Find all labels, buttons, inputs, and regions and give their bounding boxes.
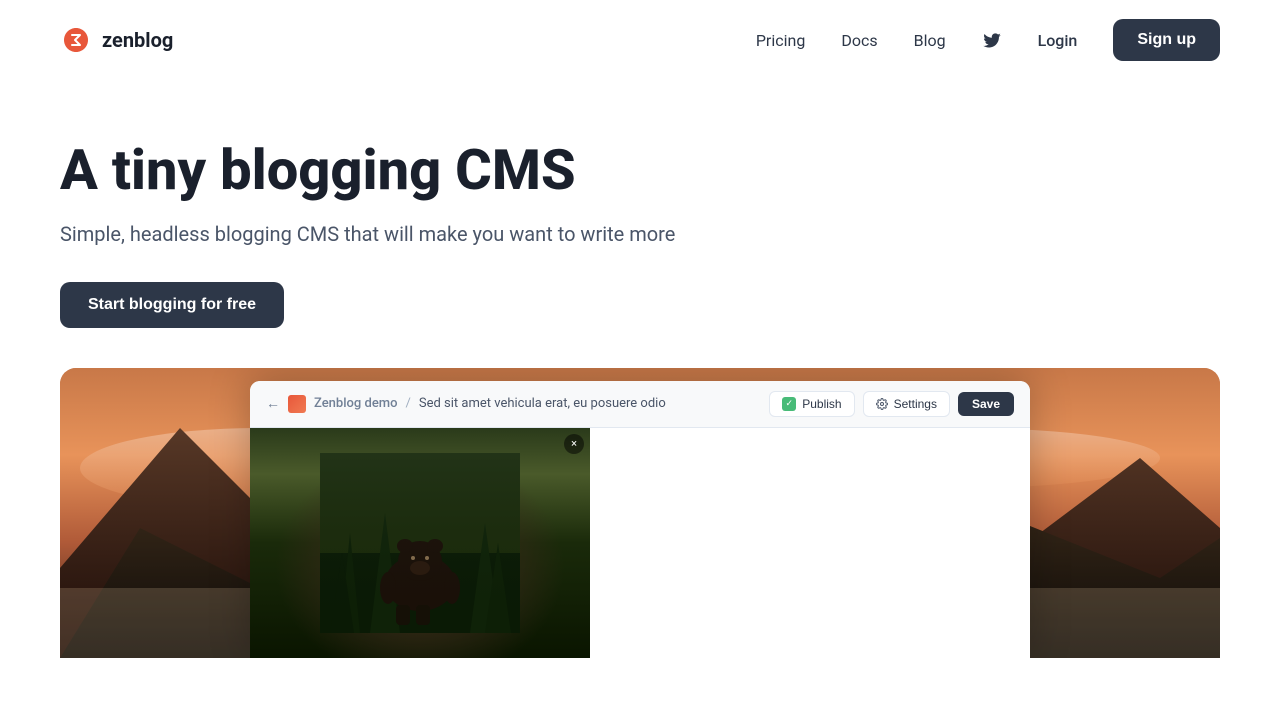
logo[interactable]: zenblog: [60, 24, 173, 56]
back-icon[interactable]: ←: [266, 395, 280, 412]
breadcrumb-separator: /: [406, 396, 411, 411]
cms-post-title: Sed sit amet vehicula erat, eu posuere o…: [419, 396, 666, 411]
logo-icon: [60, 24, 92, 56]
signup-button[interactable]: Sign up: [1113, 19, 1220, 61]
check-icon: ✓: [782, 397, 796, 411]
cms-text-panel: [590, 428, 1030, 658]
cms-toolbar-left: ← Zenblog demo / Sed sit amet vehicula e…: [266, 395, 757, 413]
settings-button[interactable]: Settings: [863, 391, 950, 417]
bear-image: [250, 428, 590, 658]
navigation: zenblog Pricing Docs Blog Login Sign up: [0, 0, 1280, 80]
hero-subheading: Simple, headless blogging CMS that will …: [60, 222, 760, 246]
close-button[interactable]: ×: [564, 434, 584, 454]
nav-link-blog[interactable]: Blog: [914, 31, 946, 50]
hero-section: A tiny blogging CMS Simple, headless blo…: [0, 80, 1280, 368]
publish-button[interactable]: ✓ Publish: [769, 391, 854, 417]
cms-site-name: Zenblog demo: [314, 396, 398, 411]
demo-screenshot: ← Zenblog demo / Sed sit amet vehicula e…: [60, 368, 1220, 658]
cms-image-panel: ×: [250, 428, 590, 658]
nav-link-pricing[interactable]: Pricing: [756, 31, 806, 50]
cms-window: ← Zenblog demo / Sed sit amet vehicula e…: [250, 381, 1030, 658]
cms-toolbar: ← Zenblog demo / Sed sit amet vehicula e…: [250, 381, 1030, 428]
publish-label: Publish: [802, 397, 841, 411]
hero-heading: A tiny blogging CMS: [60, 140, 760, 202]
cms-toolbar-right: ✓ Publish Settings Save: [769, 391, 1014, 417]
twitter-icon[interactable]: [982, 30, 1002, 50]
login-link[interactable]: Login: [1038, 31, 1078, 50]
cms-content-area: ×: [250, 428, 1030, 658]
cta-button[interactable]: Start blogging for free: [60, 282, 284, 328]
nav-links: Pricing Docs Blog Login Sign up: [756, 19, 1220, 61]
bear-silhouette: [320, 453, 520, 633]
settings-icon: [876, 398, 888, 410]
settings-label: Settings: [894, 397, 937, 411]
cms-favicon: [288, 395, 306, 413]
save-button[interactable]: Save: [958, 392, 1014, 416]
nav-link-docs[interactable]: Docs: [841, 31, 877, 50]
logo-text: zenblog: [102, 28, 173, 52]
